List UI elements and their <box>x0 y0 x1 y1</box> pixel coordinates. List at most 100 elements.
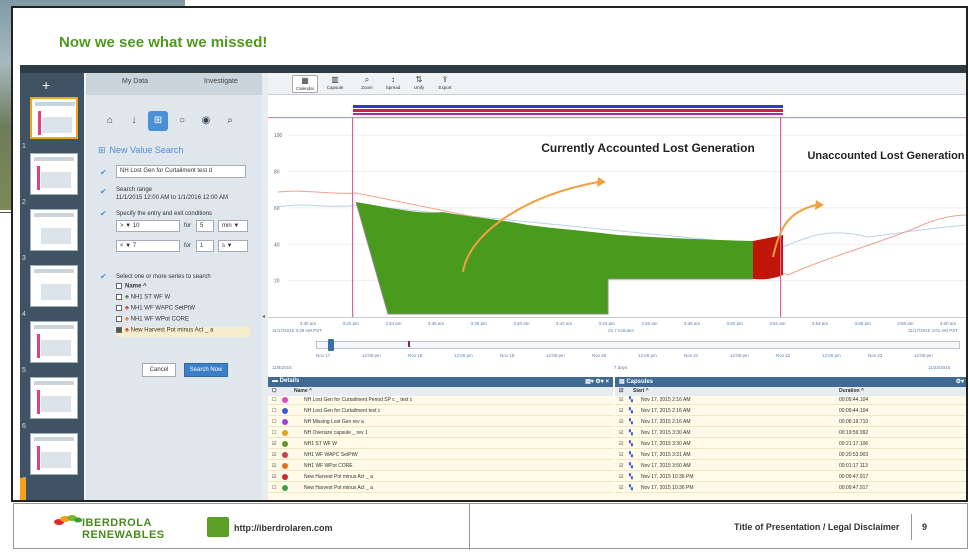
select-all-checkbox[interactable]: ☐ <box>272 388 276 394</box>
row-checkbox[interactable]: ☑ <box>619 474 623 480</box>
pin-icon[interactable]: ↓ <box>124 111 144 131</box>
row-checkbox[interactable]: ☑ <box>272 452 276 458</box>
series-name: NH Oversize capsule _ rev 1 <box>304 430 368 436</box>
row-checkbox[interactable]: ☐ <box>272 419 276 425</box>
series-item[interactable]: ♣ NH1 WF WPot CORE <box>116 316 250 326</box>
zoom-button[interactable]: ⌕ Zoom <box>354 75 380 93</box>
operator-select[interactable]: > ▼ <box>120 223 131 229</box>
duration-input[interactable]: 5 <box>196 220 214 232</box>
series-checkbox[interactable] <box>116 294 122 300</box>
details-row[interactable]: ☑ New Harvest Pot minus Act _ a <box>268 473 613 482</box>
row-checkbox[interactable]: ☑ <box>619 430 623 436</box>
series-checkbox[interactable] <box>116 316 122 322</box>
details-row[interactable]: ☐ NH Lost Gen for Curtailment test c <box>268 407 613 416</box>
x-tick-label: 3:46 am <box>641 321 658 326</box>
duration-column-header[interactable]: Duration ^ <box>839 388 864 394</box>
capsule-row[interactable]: ☑ ▚ Nov 17, 2015 3:30 AM 00:21:17.106 <box>615 440 966 449</box>
details-row[interactable]: ☐ New Harvest Pot minus Act _ a <box>268 484 613 493</box>
row-checkbox[interactable]: ☑ <box>619 441 623 447</box>
add-slide-icon[interactable]: + <box>42 77 50 93</box>
row-checkbox[interactable]: ☑ <box>272 441 276 447</box>
web-icon <box>207 517 229 537</box>
unit-select[interactable]: min ▼ <box>218 220 248 232</box>
capsule-row[interactable]: ☑ ▚ Nov 17, 2015 10:36 PM 00:09:47.917 <box>615 484 966 493</box>
capsule-row[interactable]: ☑ ▚ Nov 17, 2015 3:30 AM 00:19:59.992 <box>615 429 966 438</box>
capsules-menu-icon[interactable]: ⚙▾ <box>956 378 964 385</box>
eye-icon[interactable]: ◉ <box>196 111 216 131</box>
entry-condition-input[interactable]: > ▼ 10 <box>116 220 180 232</box>
value-search-icon[interactable]: ⊞ <box>148 111 168 131</box>
capsule-row[interactable]: ☑ ▚ Nov 17, 2015 2:16 AM 00:09:44.104 <box>615 407 966 416</box>
name-column-header[interactable]: Name ^ <box>125 284 147 290</box>
home-icon[interactable]: ⌂ <box>100 111 120 131</box>
thumbnail[interactable] <box>30 209 78 251</box>
tab-my-data[interactable]: My Data <box>122 78 148 85</box>
timeline-bar[interactable] <box>316 341 960 349</box>
thumbnail[interactable] <box>30 153 78 195</box>
row-checkbox[interactable]: ☐ <box>272 430 276 436</box>
row-checkbox[interactable]: ☐ <box>272 485 276 491</box>
calendar-button[interactable]: ▦ Calendar <box>292 75 318 93</box>
row-checkbox[interactable]: ☑ <box>619 485 623 491</box>
capsule-row[interactable]: ☑ ▚ Nov 17, 2015 3:31 AM 00:20:53.903 <box>615 451 966 460</box>
export-button[interactable]: ⇪ Export <box>432 75 458 93</box>
row-checkbox[interactable]: ☑ <box>619 463 623 469</box>
x-tick-label: 3:30 am <box>300 321 317 326</box>
trend-chart[interactable]: 10080604020 3:30 am 3:32 am 3:34 am 3:36… <box>268 97 968 327</box>
thumbnail[interactable] <box>30 433 78 475</box>
thumbnail[interactable] <box>30 265 78 307</box>
series-item[interactable]: ♣ New Harvest Pot minus Act _ a <box>116 327 250 337</box>
row-checkbox[interactable]: ☐ <box>272 408 276 414</box>
tab-investigate[interactable]: Investigate <box>204 78 238 85</box>
duration-input[interactable]: 1 <box>196 240 214 252</box>
select-all-checkbox[interactable] <box>116 283 122 289</box>
row-checkbox[interactable]: ☑ <box>272 463 276 469</box>
exit-condition-input[interactable]: < ▼ 7 <box>116 240 180 252</box>
details-row[interactable]: ☑ NH1 WF WPot CORE <box>268 462 613 471</box>
row-checkbox[interactable]: ☑ <box>619 408 623 414</box>
collapse-icon[interactable]: ◂ <box>262 313 265 320</box>
row-checkbox[interactable]: ☑ <box>619 397 623 403</box>
timeline-tick-label: 12:00 pm <box>638 353 657 358</box>
thumbnail[interactable] <box>30 377 78 419</box>
thumbnail[interactable] <box>30 97 78 139</box>
row-checkbox[interactable]: ☑ <box>619 419 623 425</box>
spread-button[interactable]: ↕ Spread <box>380 75 406 93</box>
footer-url[interactable]: http://iberdrolaren.com <box>234 523 333 533</box>
name-column-header[interactable]: Name ^ <box>294 388 312 394</box>
capsule-button[interactable]: ▥ Capsule <box>322 75 348 93</box>
details-row[interactable]: ☐ NH Missing Lost Gen rev a <box>268 418 613 427</box>
row-checkbox[interactable]: ☑ <box>619 452 623 458</box>
search-name-input[interactable]: NH Lost Gen for Curtailment test d <box>116 165 246 178</box>
details-row[interactable]: ☑ NH1 ST WF W <box>268 440 613 449</box>
series-checkbox[interactable] <box>116 305 122 311</box>
row-checkbox[interactable]: ☑ <box>272 474 276 480</box>
series-item[interactable]: ♣ NH1 ST WF W <box>116 294 250 304</box>
select-all-checkbox[interactable]: ☑ <box>619 388 623 394</box>
details-row[interactable]: ☐ NH Lost Gen for Curtailment Period SP c… <box>268 396 613 405</box>
search-icon[interactable]: ⌕ <box>220 111 240 131</box>
capsule-row[interactable]: ☑ ▚ Nov 17, 2015 3:50 AM 00:01:17.113 <box>615 462 966 471</box>
capsule-flag-icon: ▚ <box>629 452 633 458</box>
thumbnail[interactable] <box>30 321 78 363</box>
timeline-navigator[interactable]: 11/17/2015 3:28 AM PST 22.7 minutes 11/1… <box>268 327 966 377</box>
details-row[interactable]: ☑ NH1 WF WAPC SetPtW <box>268 451 613 460</box>
capsule-row[interactable]: ☑ ▚ Nov 17, 2015 2:16 AM 00:09:44.104 <box>615 396 966 405</box>
series-checkbox[interactable] <box>116 327 122 333</box>
series-item[interactable]: ♣ NH1 WF WAPC SetPtW <box>116 305 250 315</box>
details-row[interactable]: ☐ NH Oversize capsule _ rev 1 <box>268 429 613 438</box>
cancel-button[interactable]: Cancel <box>142 363 176 377</box>
row-checkbox[interactable]: ☐ <box>272 397 276 403</box>
start-column-header[interactable]: Start ^ <box>633 388 649 394</box>
unify-button[interactable]: ⇅ Unify <box>406 75 432 93</box>
timeline-handle[interactable] <box>328 339 334 351</box>
details-menu-icon[interactable]: ▤▾ ⚙▾ × <box>585 378 609 385</box>
capsule-row[interactable]: ☑ ▚ Nov 17, 2015 2:16 AM 00:06:19.710 <box>615 418 966 427</box>
capsule-row[interactable]: ☑ ▚ Nov 17, 2015 10:36 PM 00:09:47.917 <box>615 473 966 482</box>
unit-select[interactable]: s ▼ <box>218 240 248 252</box>
chat-icon[interactable]: ○ <box>172 111 192 131</box>
annotation-accounted: Currently Accounted Lost Generation <box>541 141 755 155</box>
search-now-button[interactable]: Search Now <box>184 363 228 377</box>
capsule-flag-icon: ▚ <box>629 485 633 491</box>
operator-select[interactable]: < ▼ <box>120 243 131 249</box>
